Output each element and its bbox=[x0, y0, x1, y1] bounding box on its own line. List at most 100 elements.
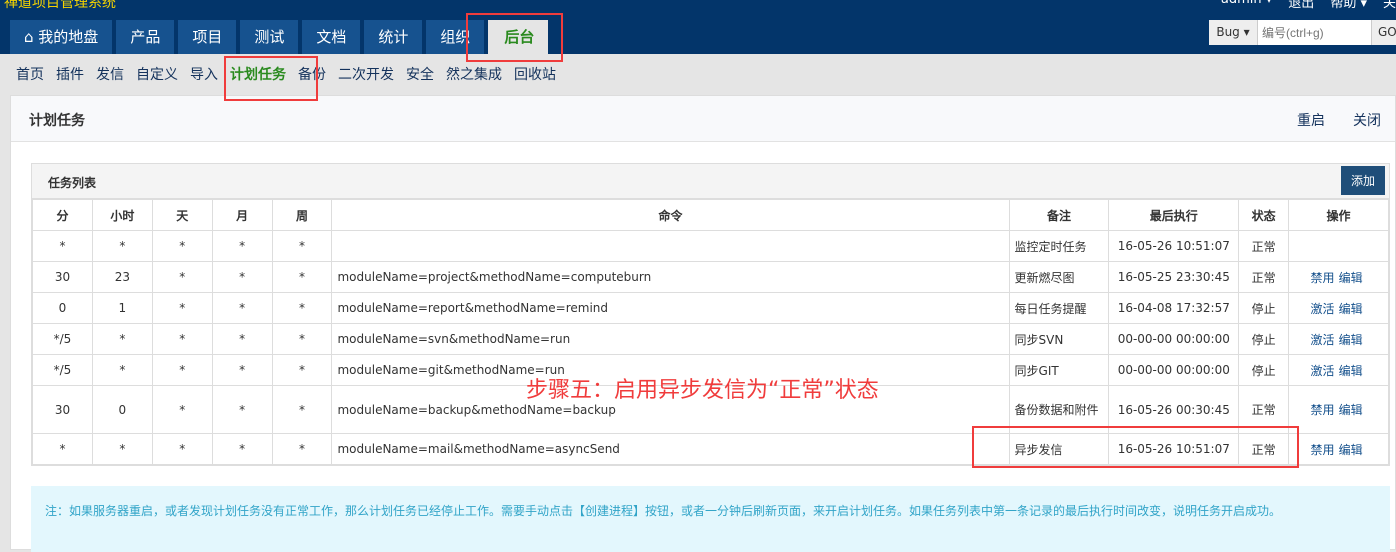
toggle-link[interactable]: 禁用 bbox=[1311, 271, 1335, 285]
command-cell: moduleName=report&methodName=remind bbox=[331, 292, 1010, 324]
search-type-select[interactable]: Bug ▾ bbox=[1209, 20, 1257, 45]
subnav-extension[interactable]: 插件 bbox=[56, 64, 84, 84]
search-input[interactable] bbox=[1257, 20, 1371, 45]
hour-cell: * bbox=[91, 323, 153, 355]
actions-cell: 禁用 编辑 bbox=[1288, 261, 1389, 293]
page-title: 计划任务 bbox=[29, 113, 85, 129]
minute-cell: * bbox=[32, 433, 93, 465]
toggle-link[interactable]: 激活 bbox=[1311, 333, 1335, 347]
last-run-cell: 16-05-25 23:30:45 bbox=[1108, 261, 1240, 293]
highlight-admin-tab bbox=[466, 13, 563, 62]
column-header: 月 bbox=[211, 199, 273, 231]
month-cell: * bbox=[211, 433, 273, 465]
month-cell: * bbox=[211, 292, 273, 324]
table-row: 30 23 * * * moduleName=project&methodName=com… bbox=[32, 261, 1389, 293]
remark-cell: 同步GIT bbox=[1008, 354, 1110, 386]
hour-cell: 23 bbox=[91, 261, 153, 293]
remark-cell: 同步SVN bbox=[1008, 323, 1110, 355]
column-header: 最后执行 bbox=[1108, 199, 1240, 231]
highlight-async-row bbox=[972, 426, 1299, 468]
day-cell: * bbox=[151, 323, 213, 355]
tab-product[interactable]: 产品 bbox=[116, 20, 175, 54]
tab-label: 我的地盘 bbox=[38, 28, 99, 46]
edit-link[interactable]: 编辑 bbox=[1339, 443, 1363, 457]
toggle-link[interactable]: 激活 bbox=[1311, 364, 1335, 378]
last-run-cell: 16-05-26 10:51:07 bbox=[1108, 230, 1240, 262]
edit-link[interactable]: 编辑 bbox=[1339, 333, 1363, 347]
restart-button[interactable]: 重启 bbox=[1297, 110, 1325, 130]
logout-link[interactable]: 退出 bbox=[1288, 0, 1314, 11]
hour-cell: * bbox=[91, 230, 153, 262]
week-cell: * bbox=[271, 261, 333, 293]
toggle-link[interactable]: 激活 bbox=[1311, 302, 1335, 316]
day-cell: * bbox=[151, 385, 213, 434]
subnav-ranzhi[interactable]: 然之集成 bbox=[446, 64, 502, 84]
day-cell: * bbox=[151, 230, 213, 262]
month-cell: * bbox=[211, 385, 273, 434]
hour-cell: * bbox=[91, 433, 153, 465]
subnav-trash[interactable]: 回收站 bbox=[514, 64, 556, 84]
main-content: 计划任务 重启 关闭 任务列表 添加 分小时天月周命令 备注 最后执行 状态 操作 * *… bbox=[10, 95, 1396, 552]
command-cell: moduleName=project&methodName=computebur… bbox=[331, 261, 1010, 293]
month-cell: * bbox=[211, 354, 273, 386]
last-run-cell: 16-04-08 17:32:57 bbox=[1108, 292, 1240, 324]
edit-link[interactable]: 编辑 bbox=[1339, 302, 1363, 316]
user-bar: admin ▾ 退出 帮助 ▾ 关 bbox=[1221, 0, 1396, 11]
minute-cell: * bbox=[32, 230, 93, 262]
page-header: 计划任务 重启 关闭 bbox=[11, 96, 1395, 142]
panel-title: 任务列表 bbox=[48, 176, 97, 190]
subnav-security[interactable]: 安全 bbox=[406, 64, 434, 84]
week-cell: * bbox=[271, 385, 333, 434]
edit-link[interactable]: 编辑 bbox=[1339, 271, 1363, 285]
about-link[interactable]: 关 bbox=[1383, 0, 1396, 11]
minute-cell: 30 bbox=[32, 385, 93, 434]
edit-link[interactable]: 编辑 bbox=[1339, 364, 1363, 378]
tab-qa[interactable]: 测试 bbox=[240, 20, 299, 54]
task-list-panel: 任务列表 添加 分小时天月周命令 备注 最后执行 状态 操作 * * * * * 监控定时任务 16… bbox=[31, 163, 1390, 466]
subnav-mail[interactable]: 发信 bbox=[96, 64, 124, 84]
day-cell: * bbox=[151, 292, 213, 324]
tab-report[interactable]: 统计 bbox=[364, 20, 423, 54]
minute-cell: */5 bbox=[32, 323, 93, 355]
subnav-import[interactable]: 导入 bbox=[190, 64, 218, 84]
close-button[interactable]: 关闭 bbox=[1353, 110, 1381, 130]
tab-doc[interactable]: 文档 bbox=[302, 20, 361, 54]
user-menu[interactable]: admin ▾ bbox=[1221, 0, 1272, 11]
add-button[interactable]: 添加 bbox=[1340, 166, 1385, 195]
help-menu[interactable]: 帮助 ▾ bbox=[1330, 0, 1367, 11]
column-header: 状态 bbox=[1238, 199, 1290, 231]
command-cell: moduleName=svn&methodName=run bbox=[331, 323, 1010, 355]
subnav-custom[interactable]: 自定义 bbox=[136, 64, 178, 84]
month-cell: * bbox=[211, 230, 273, 262]
minute-cell: 30 bbox=[32, 261, 93, 293]
go-button[interactable]: GO bbox=[1371, 20, 1396, 45]
toggle-link[interactable]: 禁用 bbox=[1311, 403, 1335, 417]
table-row: * * * * * 监控定时任务 16-05-26 10:51:07 正常 bbox=[32, 230, 1389, 262]
toggle-link[interactable]: 禁用 bbox=[1311, 443, 1335, 457]
column-header: 周 bbox=[271, 199, 333, 231]
last-run-cell: 00-00-00 00:00:00 bbox=[1108, 323, 1240, 355]
status-cell: 停止 bbox=[1238, 354, 1290, 386]
hour-cell: 0 bbox=[91, 385, 153, 434]
edit-link[interactable]: 编辑 bbox=[1339, 403, 1363, 417]
top-navbar: 禅道项目管理系统 admin ▾ 退出 帮助 ▾ 关 ⌂ 我的地盘 产品 项目 … bbox=[0, 0, 1396, 54]
status-cell: 正常 bbox=[1238, 261, 1290, 293]
status-cell: 正常 bbox=[1238, 230, 1290, 262]
hour-cell: 1 bbox=[91, 292, 153, 324]
actions-cell bbox=[1288, 230, 1389, 262]
subnav-dev[interactable]: 二次开发 bbox=[338, 64, 394, 84]
command-cell: moduleName=mail&methodName=asyncSend bbox=[331, 433, 1010, 465]
day-cell: * bbox=[151, 354, 213, 386]
week-cell: * bbox=[271, 354, 333, 386]
actions-cell: 禁用 编辑 bbox=[1288, 433, 1389, 465]
column-header: 分 bbox=[32, 199, 93, 231]
actions-cell: 激活 编辑 bbox=[1288, 354, 1389, 386]
tab-my[interactable]: ⌂ 我的地盘 bbox=[10, 20, 113, 54]
tab-project[interactable]: 项目 bbox=[178, 20, 237, 54]
minute-cell: */5 bbox=[32, 354, 93, 386]
subnav-index[interactable]: 首页 bbox=[16, 64, 44, 84]
week-cell: * bbox=[271, 292, 333, 324]
actions-cell: 激活 编辑 bbox=[1288, 323, 1389, 355]
minute-cell: 0 bbox=[32, 292, 93, 324]
command-cell bbox=[331, 230, 1010, 262]
